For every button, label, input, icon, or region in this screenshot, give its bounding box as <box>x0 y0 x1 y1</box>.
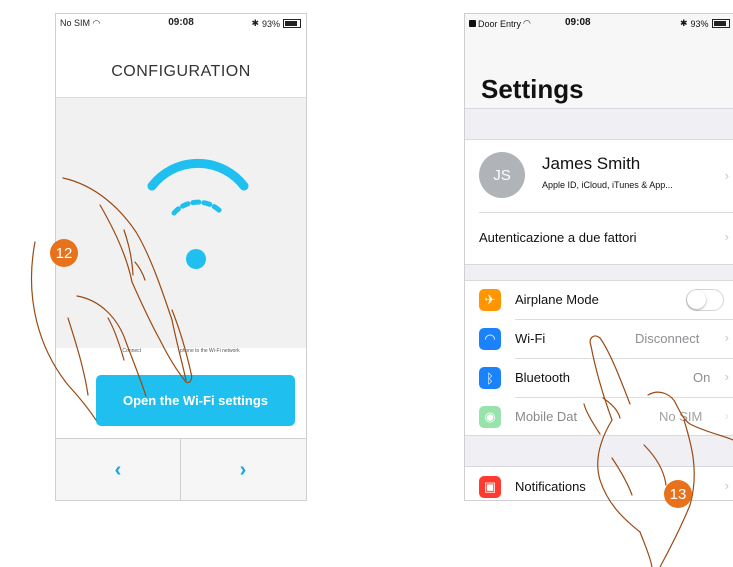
step-badge-13: 13 <box>664 480 692 508</box>
pointing-hand-illustration <box>583 335 733 567</box>
